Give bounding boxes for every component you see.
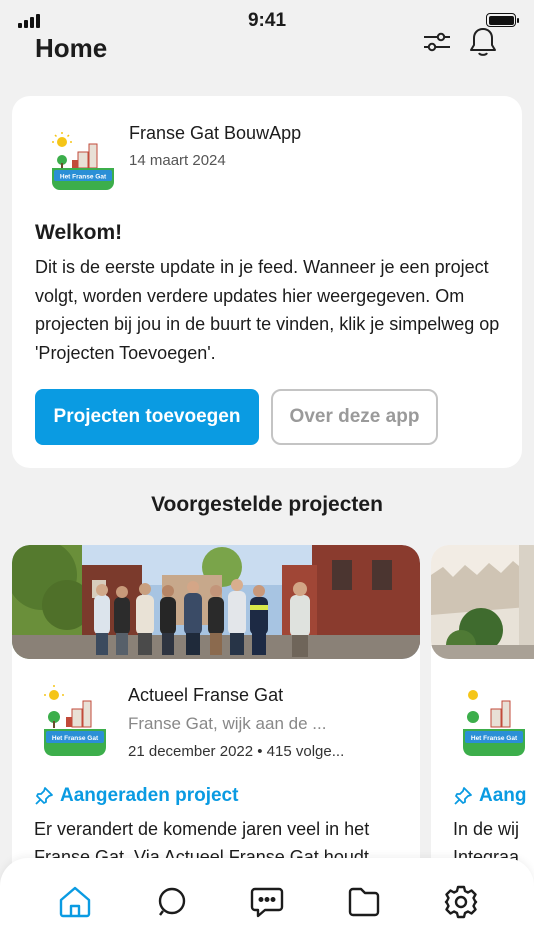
recommended-tag: Aangeraden project	[34, 785, 238, 807]
project-location: Franse Gat, wijk aan de ...	[128, 714, 327, 733]
add-projects-button[interactable]: Projecten toevoegen	[35, 389, 259, 445]
welcome-title: Welkom!	[35, 221, 123, 244]
project-card[interactable]: Het Franse Gat Aang In de wij Integraa	[431, 545, 534, 885]
project-name: Actueel Franse Gat	[128, 685, 284, 705]
folder-icon[interactable]	[344, 882, 384, 922]
source-date: 14 maart 2024	[129, 152, 226, 169]
franse-gat-logo: Het Franse Gat	[50, 130, 116, 196]
page-title: Home	[35, 33, 108, 63]
project-logo: Het Franse Gat	[461, 685, 527, 756]
pin-icon	[35, 787, 53, 805]
logo-label: Het Franse Gat	[471, 735, 518, 742]
recommended-label: Aang	[479, 785, 527, 806]
bell-icon[interactable]	[465, 24, 501, 60]
search-icon[interactable]	[152, 882, 192, 922]
project-photo	[431, 545, 534, 659]
welcome-card: Het Franse Gat Franse Gat BouwApp 14 maa…	[12, 96, 522, 468]
chat-icon[interactable]	[247, 882, 287, 922]
section-title: Voorgestelde projecten	[151, 493, 383, 516]
project-meta: 21 december 2022 • 415 volge...	[128, 743, 345, 760]
about-app-button[interactable]: Over deze app	[271, 389, 438, 445]
sliders-icon[interactable]	[419, 24, 455, 60]
pin-icon	[454, 787, 472, 805]
home-icon[interactable]	[55, 882, 95, 922]
tab-bar	[0, 858, 534, 950]
project-photo	[12, 545, 420, 659]
gear-icon[interactable]	[441, 882, 481, 922]
logo-label: Het Franse Gat	[60, 174, 107, 181]
welcome-body: Dit is de eerste update in je feed. Wann…	[35, 257, 500, 363]
recommended-tag: Aang	[453, 785, 527, 807]
source-name: Franse Gat BouwApp	[129, 123, 302, 143]
project-card[interactable]: Het Franse Gat Actueel Franse Gat Franse…	[12, 545, 420, 885]
project-logo: Het Franse Gat	[42, 685, 108, 756]
recommended-label: Aangeraden project	[60, 785, 239, 806]
logo-label: Het Franse Gat	[52, 735, 99, 742]
